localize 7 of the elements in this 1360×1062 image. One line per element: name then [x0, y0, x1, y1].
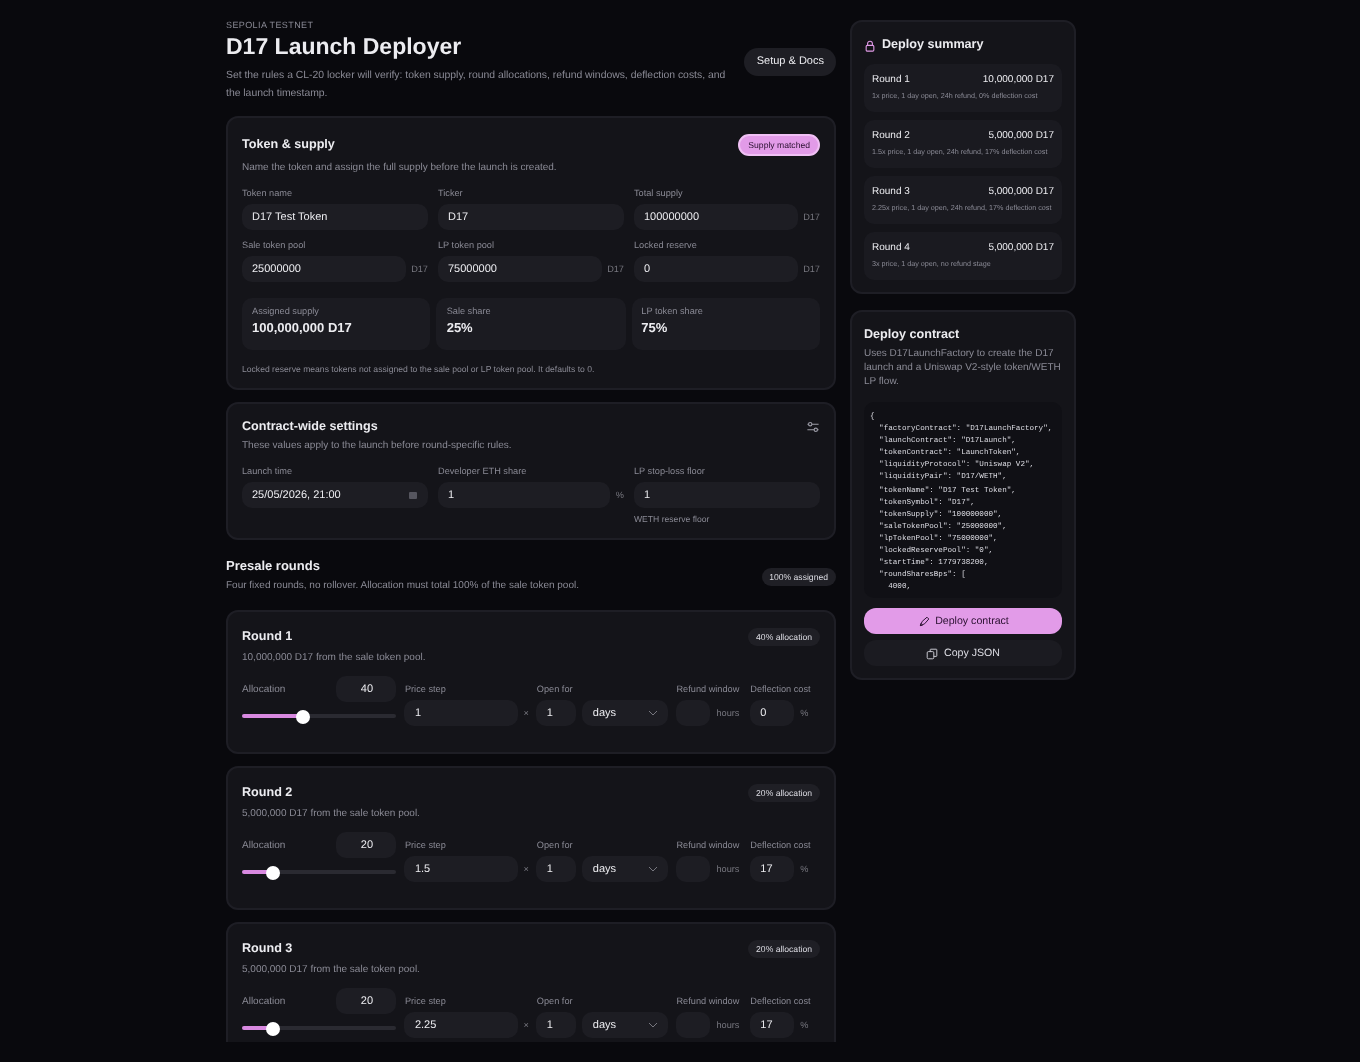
chevron-down-icon	[648, 866, 659, 872]
chevron-down-icon	[648, 710, 659, 716]
chevron-down-icon	[648, 1022, 659, 1028]
lock-icon	[864, 39, 876, 51]
page-title: D17 Launch Deployer	[226, 36, 464, 60]
sliders-icon[interactable]	[806, 420, 820, 434]
copy-icon	[926, 647, 939, 660]
